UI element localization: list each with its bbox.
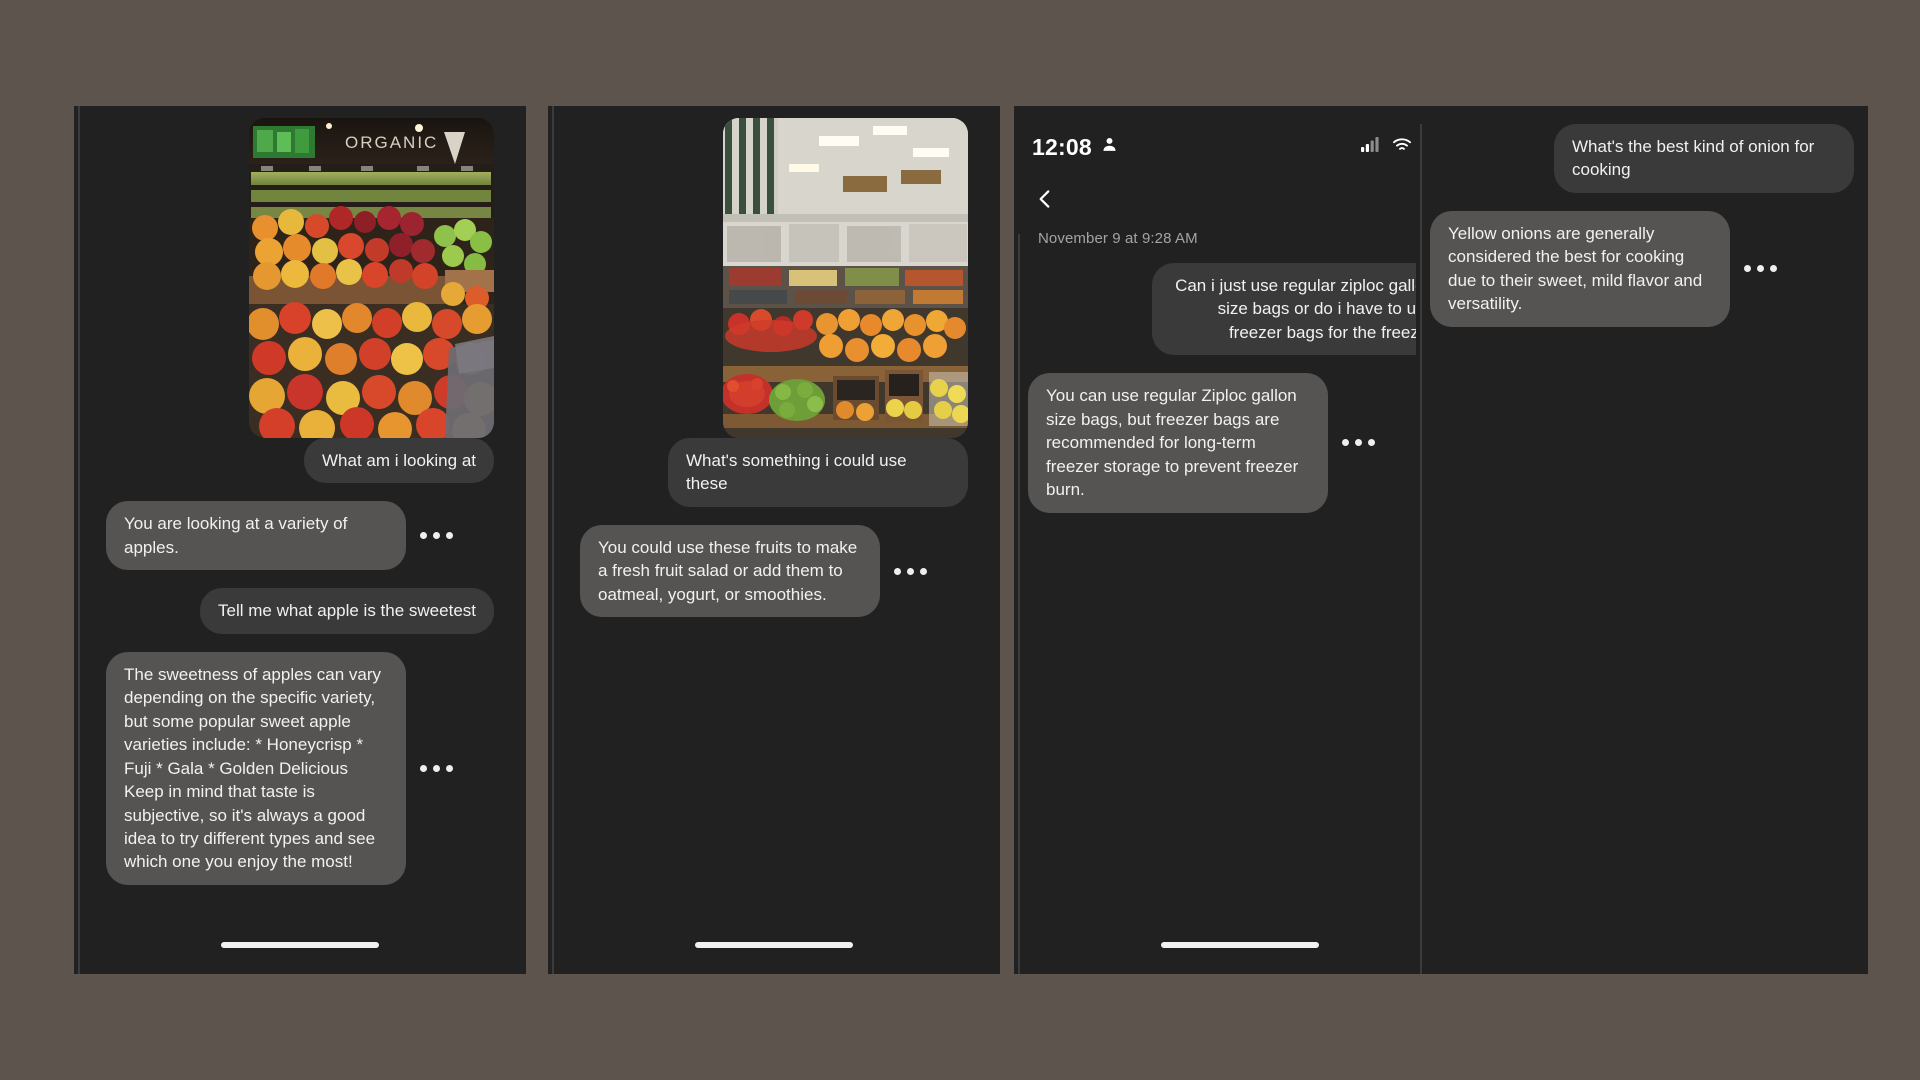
message-row: What am i looking at <box>106 438 494 484</box>
user-message-bubble[interactable]: What am i looking at <box>303 438 494 484</box>
conversation-screen-1: ORGANIC What am i looking at You are loo… <box>74 118 526 974</box>
message-row: You can use regular Ziploc gallon size b… <box>1028 373 1452 513</box>
user-message-bubble[interactable]: What's the best kind of onion for cookin… <box>1554 124 1854 193</box>
status-bar-left: 12:08 <box>1032 134 1118 161</box>
message-row: Yellow onions are generally considered t… <box>1430 210 1854 327</box>
home-indicator[interactable] <box>221 942 379 948</box>
message-row: You are looking at a variety of apples. <box>106 501 494 571</box>
message-row: Can i just use regular ziploc gallon siz… <box>1028 263 1452 356</box>
wifi-icon <box>1392 137 1412 157</box>
message-options-menu-icon[interactable] <box>1744 265 1777 273</box>
user-message-bubble[interactable]: Tell me what apple is the sweetest <box>200 588 494 634</box>
conversation-timestamp: November 9 at 9:28 AM <box>1038 230 1198 247</box>
status-bar: 12:08 <box>1014 118 1466 176</box>
user-message-bubble[interactable]: What's something i could use these <box>668 438 968 507</box>
assistant-message-bubble[interactable]: You are looking at a variety of apples. <box>106 501 406 571</box>
message-list-2: What's something i could use these You c… <box>566 118 982 618</box>
message-row: The sweetness of apples can vary dependi… <box>106 651 494 885</box>
message-options-menu-icon[interactable] <box>1342 439 1375 447</box>
message-options-menu-icon[interactable] <box>894 567 927 575</box>
message-options-menu-icon[interactable] <box>420 532 453 540</box>
phone-screen-2: What's something i could use these You c… <box>548 106 1000 974</box>
assistant-message-bubble[interactable]: Yellow onions are generally considered t… <box>1430 210 1730 327</box>
message-row: Tell me what apple is the sweetest <box>106 588 494 634</box>
user-message-bubble[interactable]: Can i just use regular ziploc gallon siz… <box>1152 263 1452 356</box>
message-list-1: ORGANIC What am i looking at You are loo… <box>92 118 508 885</box>
home-indicator[interactable] <box>695 942 853 948</box>
back-chevron-icon[interactable] <box>1032 186 1058 212</box>
assistant-message-bubble[interactable]: You can use regular Ziploc gallon size b… <box>1028 373 1328 513</box>
assistant-message-bubble[interactable]: You could use these fruits to make a fre… <box>580 524 880 618</box>
phone-screen-1: ORGANIC What am i looking at You are loo… <box>74 106 526 974</box>
navigation-bar <box>1014 176 1466 212</box>
conversation-screen-4: What's the best kind of onion for cookin… <box>1416 106 1868 974</box>
cellular-signal-icon <box>1361 137 1381 157</box>
phone-screen-3: 12:08 November 9 at 9:28 AM Can i just u… <box>1014 106 1466 974</box>
attached-photo-produce[interactable] <box>723 118 968 438</box>
screenshot-board: ORGANIC What am i looking at You are loo… <box>0 0 1920 1080</box>
message-row: You could use these fruits to make a fre… <box>580 524 968 618</box>
person-icon <box>1101 136 1118 158</box>
phone-screen-4: What's the best kind of onion for cookin… <box>1416 106 1868 974</box>
home-indicator[interactable] <box>1161 942 1319 948</box>
status-bar-clock: 12:08 <box>1032 133 1092 160</box>
message-list-3: November 9 at 9:28 AM Can i just use reg… <box>1014 230 1466 513</box>
conversation-screen-3: 12:08 November 9 at 9:28 AM Can i just u… <box>1014 118 1466 974</box>
conversation-screen-2: What's something i could use these You c… <box>548 118 1000 974</box>
message-options-menu-icon[interactable] <box>420 764 453 772</box>
assistant-message-bubble[interactable]: The sweetness of apples can vary dependi… <box>106 651 406 885</box>
message-row: What's the best kind of onion for cookin… <box>1430 124 1854 193</box>
message-row: What's something i could use these <box>580 438 968 507</box>
svg-text:ORGANIC: ORGANIC <box>345 133 438 152</box>
attached-photo-apples[interactable]: ORGANIC <box>249 118 494 438</box>
message-list-4: What's the best kind of onion for cookin… <box>1416 106 1868 327</box>
